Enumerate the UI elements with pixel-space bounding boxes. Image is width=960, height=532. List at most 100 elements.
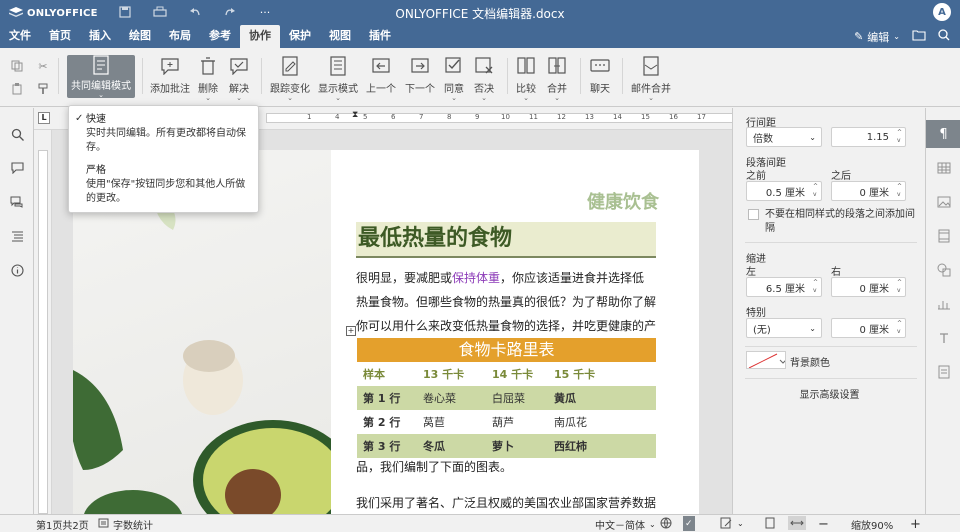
shape-settings-icon[interactable] — [926, 256, 960, 284]
format-painter-icon[interactable] — [35, 81, 51, 97]
edit-mode-button[interactable]: ✎ 编辑 ⌄ — [854, 29, 900, 45]
indent-marker[interactable]: ⧗ — [352, 110, 358, 120]
navigation-icon[interactable] — [9, 228, 25, 244]
special-indent-amount[interactable]: 0 厘米 ^ v — [831, 318, 906, 338]
header-right: ✎ 编辑 ⌄ — [854, 25, 960, 48]
tab-home[interactable]: 首页 — [40, 25, 80, 48]
about-icon[interactable] — [9, 262, 25, 278]
ruler-number: 4 — [335, 113, 340, 121]
previous-change-button[interactable]: 上一个 — [366, 54, 396, 95]
table-cell: 卷心菜 — [423, 392, 456, 405]
zoom-out-icon[interactable]: − — [818, 517, 829, 532]
search-icon[interactable] — [9, 126, 25, 142]
tab-collaboration[interactable]: 协作 — [240, 25, 280, 48]
page-counter[interactable]: 第1页共2页 — [36, 517, 89, 532]
after-label: 之后 — [831, 171, 851, 182]
coedit-fast-option[interactable]: 快速 实时共同编辑。所有更改都将自动保存。 — [86, 113, 246, 155]
compare-icon — [516, 54, 536, 78]
header-footer-icon[interactable] — [926, 222, 960, 250]
mail-merge-button[interactable]: 邮件合并 ⌄ — [631, 54, 671, 102]
zoom-level[interactable]: 缩放90% — [851, 517, 893, 532]
spinner-icon[interactable]: ^ v — [897, 183, 902, 199]
compare-button[interactable]: 比较 ⌄ — [516, 54, 536, 102]
zoom-in-icon[interactable]: + — [910, 517, 921, 532]
line-spacing-input[interactable]: 1.15 ^ v — [831, 127, 906, 147]
language-select[interactable]: 中文－简体 ⌄ — [595, 517, 656, 532]
text-art-icon[interactable] — [926, 324, 960, 352]
special-indent-select[interactable]: (无) ⌄ — [746, 318, 822, 338]
image-settings-icon[interactable] — [926, 188, 960, 216]
chat-button[interactable]: 聊天 — [589, 54, 611, 95]
paste-icon[interactable] — [9, 81, 25, 97]
display-mode-button[interactable]: 显示模式 ⌄ — [318, 54, 358, 102]
tab-view[interactable]: 视图 — [320, 25, 360, 48]
page-heading: 最低热量的食物 — [356, 222, 656, 258]
spellcheck-icon[interactable]: ✓ — [683, 516, 695, 531]
spinner-icon[interactable]: ^ v — [897, 129, 902, 145]
accept-icon — [444, 54, 464, 78]
tab-references[interactable]: 参考 — [200, 25, 240, 48]
table-move-handle[interactable]: + — [346, 326, 356, 336]
table-row: 第 2 行 莴苣 葫芦 南瓜花 — [357, 410, 656, 434]
indent-left-input[interactable]: 6.5 厘米 ^ v — [746, 277, 822, 297]
form-settings-icon[interactable] — [926, 358, 960, 386]
space-before-input[interactable]: 0.5 厘米 ^ v — [746, 181, 822, 201]
space-after-input[interactable]: 0 厘米 ^ v — [831, 181, 906, 201]
spinner-icon[interactable]: ^ v — [813, 279, 818, 295]
strict-description: 使用"保存"按钮同步您和其他人所做的更改。 — [86, 179, 246, 204]
special-indent-label: 特别 — [746, 308, 766, 319]
page-content[interactable]: 健康饮食 最低热量的食物 很明显，要减肥或保持体重，你应该适量进食并选择低热量食… — [346, 150, 659, 520]
advanced-settings-link[interactable]: 显示高级设置 — [733, 386, 926, 401]
cut-icon[interactable]: ✂ — [35, 58, 51, 74]
vertical-ruler[interactable] — [34, 130, 52, 514]
tab-protection[interactable]: 保护 — [280, 25, 320, 48]
ruler-number: 10 — [501, 113, 510, 121]
background-color-picker[interactable] — [746, 351, 786, 369]
word-count-button[interactable]: 字数统计 — [98, 517, 153, 532]
chat-panel-icon[interactable] — [9, 194, 25, 210]
globe-icon[interactable] — [660, 517, 672, 529]
fit-width-icon[interactable] — [788, 516, 806, 530]
line-spacing-mode-select[interactable]: 倍数 ⌄ — [746, 127, 822, 147]
tab-insert[interactable]: 插入 — [80, 25, 120, 48]
coedit-mode-button[interactable]: 共同编辑模式 ⌄ — [67, 55, 135, 99]
next-change-button[interactable]: 下一个 — [405, 54, 435, 95]
resolve-label: 解决 — [229, 84, 249, 95]
chart-settings-icon[interactable] — [926, 290, 960, 318]
table-cell: 14 千卡 — [492, 368, 534, 381]
tab-plugins[interactable]: 插件 — [360, 25, 400, 48]
paragraph-settings-icon[interactable]: ¶ — [926, 120, 960, 148]
track-changes-button[interactable]: 跟踪变化 ⌄ — [270, 54, 310, 102]
spinner-icon[interactable]: ^ v — [813, 183, 818, 199]
tab-stop-selector[interactable]: L — [38, 112, 50, 124]
delete-comment-button[interactable]: 删除 ⌄ — [198, 54, 218, 102]
accept-button[interactable]: 同意 ⌄ — [444, 54, 464, 102]
indent-right-input[interactable]: 0 厘米 ^ v — [831, 277, 906, 297]
tab-draw[interactable]: 绘图 — [120, 25, 160, 48]
comments-icon[interactable] — [9, 160, 25, 176]
search-icon[interactable] — [938, 29, 950, 44]
fit-page-icon[interactable] — [764, 517, 776, 529]
user-avatar[interactable]: A — [933, 3, 951, 21]
copy-icon[interactable] — [9, 58, 25, 74]
calorie-table[interactable]: 食物卡路里表 样本 13 千卡 14 千卡 15 千卡 第 1 行 卷心菜 白屈… — [357, 338, 656, 458]
coedit-strict-option[interactable]: 严格 使用"保存"按钮同步您和其他人所做的更改。 — [86, 164, 246, 206]
tab-file[interactable]: 文件 — [0, 25, 40, 48]
chat-icon — [589, 54, 611, 78]
open-location-icon[interactable] — [912, 29, 926, 44]
table-settings-icon[interactable] — [926, 154, 960, 182]
table-cell: 西红柿 — [554, 440, 587, 453]
resolve-button[interactable]: 解决 ⌄ — [229, 54, 249, 102]
indent-right-label: 右 — [831, 267, 841, 278]
ruler-number: 7 — [419, 113, 424, 121]
spinner-icon[interactable]: ^ v — [897, 320, 902, 336]
title-bar: ONLYOFFICE ··· ONLYOFFICE 文档编辑器.docx A 文… — [0, 0, 960, 48]
reject-button[interactable]: 否决 ⌄ — [474, 54, 494, 102]
add-comment-button[interactable]: 添加批注 — [150, 54, 190, 95]
delete-label: 删除 — [198, 84, 218, 95]
spinner-icon[interactable]: ^ v — [897, 279, 902, 295]
no-space-checkbox[interactable] — [748, 209, 759, 220]
track-changes-status-icon[interactable]: ⌄ — [720, 517, 744, 529]
merge-button[interactable]: 合并 ⌄ — [547, 54, 567, 102]
tab-layout[interactable]: 布局 — [160, 25, 200, 48]
